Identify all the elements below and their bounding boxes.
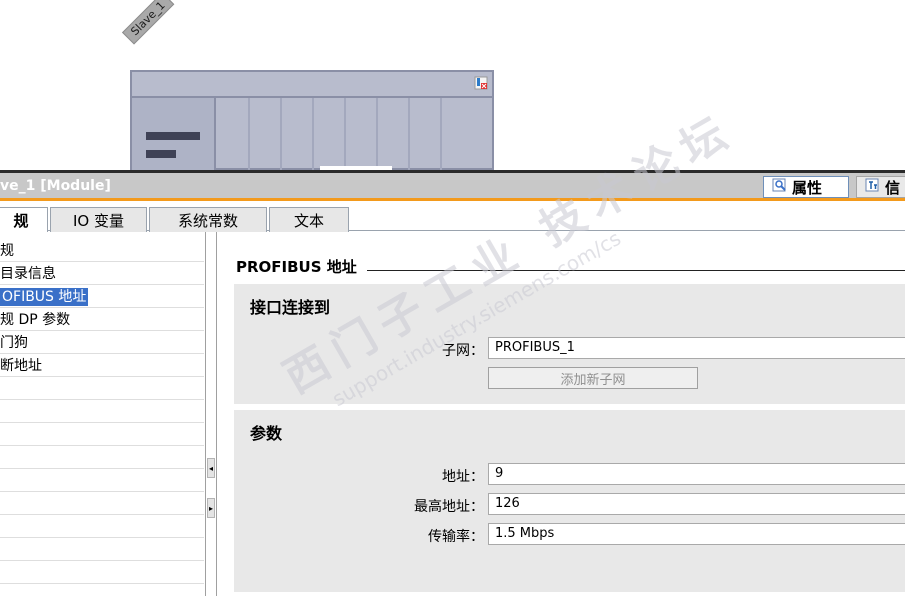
nav-empty-row [0, 378, 204, 400]
transmission-rate-select[interactable]: 1.5 Mbps [488, 523, 905, 545]
info-icon [865, 177, 881, 197]
add-subnet-button[interactable]: 添加新子网 [488, 367, 698, 389]
module-slot-divider [344, 98, 346, 170]
nav-empty-row [0, 539, 204, 561]
subnet-select[interactable]: PROFIBUS_1 [488, 337, 905, 359]
expand-right-icon[interactable]: ▸ [207, 498, 215, 518]
inspector-window: ve_1 [Module] 属性 信 规 IO 变量 系统常数 文本 规 目录信… [0, 104, 905, 596]
inspector-tab-strip: 规 IO 变量 系统常数 文本 [0, 201, 905, 233]
module-connector-bar [146, 132, 200, 140]
inspector-header: ve_1 [Module] 属性 信 [0, 173, 905, 201]
slave-module[interactable] [130, 70, 494, 170]
module-slot-divider [312, 98, 314, 170]
module-status-icon [474, 76, 488, 90]
tia-portal-window: Slave_1 ve_1 [Module] 属性 信 规 IO 变量 系统常数 … [0, 0, 905, 596]
tab-io-tags[interactable]: IO 变量 [50, 207, 147, 232]
properties-content: PROFIBUS 地址 接口连接到 子网： PROFIBUS_1 添加新子网 参… [220, 232, 905, 596]
module-slot-divider [280, 98, 282, 170]
parameters-group: 参数 地址： 9 最高地址： 126 传输率： 1.5 Mbps [234, 410, 905, 592]
nav-item-profibus-address[interactable]: OFIBUS 地址 [0, 286, 204, 308]
address-label: 地址： [442, 469, 484, 485]
address-select[interactable]: 9 [488, 463, 905, 485]
highest-address-select[interactable]: 126 [488, 493, 905, 515]
module-slot-divider [408, 98, 410, 170]
module-connector-bar [146, 150, 176, 158]
section-title: PROFIBUS 地址 [236, 256, 367, 277]
tab-properties[interactable]: 属性 [763, 176, 849, 198]
interface-group-title: 接口连接到 [250, 298, 331, 317]
nav-empty-row [0, 562, 204, 584]
module-head-slot[interactable] [132, 98, 216, 170]
nav-item-diagnostic-address[interactable]: 断地址 [0, 355, 204, 377]
module-slot-divider [248, 98, 250, 170]
nav-item-watchdog[interactable]: 门狗 [0, 332, 204, 354]
parameters-group-title: 参数 [250, 424, 283, 443]
nav-item-dp-parameters[interactable]: 规 DP 参数 [0, 309, 204, 331]
nav-item-catalog-info[interactable]: 目录信息 [0, 263, 204, 285]
tab-texts-label: 文本 [293, 211, 324, 230]
inspector-title: ve_1 [Module] [0, 178, 111, 194]
nav-empty-row [0, 424, 204, 446]
tab-texts[interactable]: 文本 [269, 207, 349, 232]
tab-system-constants-label: 系统常数 [177, 211, 238, 230]
tab-io-tags-label: IO 变量 [73, 211, 124, 230]
nav-empty-row [0, 447, 204, 469]
nav-splitter[interactable]: ◂ ▸ [205, 232, 217, 596]
nav-empty-row [0, 401, 204, 423]
properties-icon [772, 177, 788, 197]
module-slot-divider [376, 98, 378, 170]
tab-info[interactable]: 信 [856, 176, 905, 198]
inspector-nav-tree: 规 目录信息 OFIBUS 地址 规 DP 参数 门狗 断地址 ◂ ▸ [0, 232, 217, 596]
nav-item-general[interactable]: 规 [0, 240, 204, 262]
tab-general-label: 规 [13, 212, 29, 230]
nav-empty-row [0, 493, 204, 515]
highest-address-label: 最高地址： [414, 499, 484, 515]
module-slot-divider [440, 98, 442, 170]
transmission-rate-label: 传输率： [428, 529, 484, 545]
device-name-label[interactable]: Slave_1 [121, 0, 175, 45]
collapse-left-icon[interactable]: ◂ [207, 458, 215, 478]
tab-general[interactable]: 规 [0, 207, 48, 233]
tab-system-constants[interactable]: 系统常数 [149, 207, 267, 232]
subnet-label: 子网： [442, 343, 484, 359]
nav-empty-row [0, 470, 204, 492]
tab-properties-label: 属性 [792, 178, 823, 197]
tab-info-label: 信 [885, 178, 901, 197]
section-header: PROFIBUS 地址 [236, 256, 905, 278]
nav-empty-row [0, 516, 204, 538]
interface-group: 接口连接到 子网： PROFIBUS_1 添加新子网 [234, 284, 905, 404]
device-view[interactable]: Slave_1 [0, 0, 905, 170]
